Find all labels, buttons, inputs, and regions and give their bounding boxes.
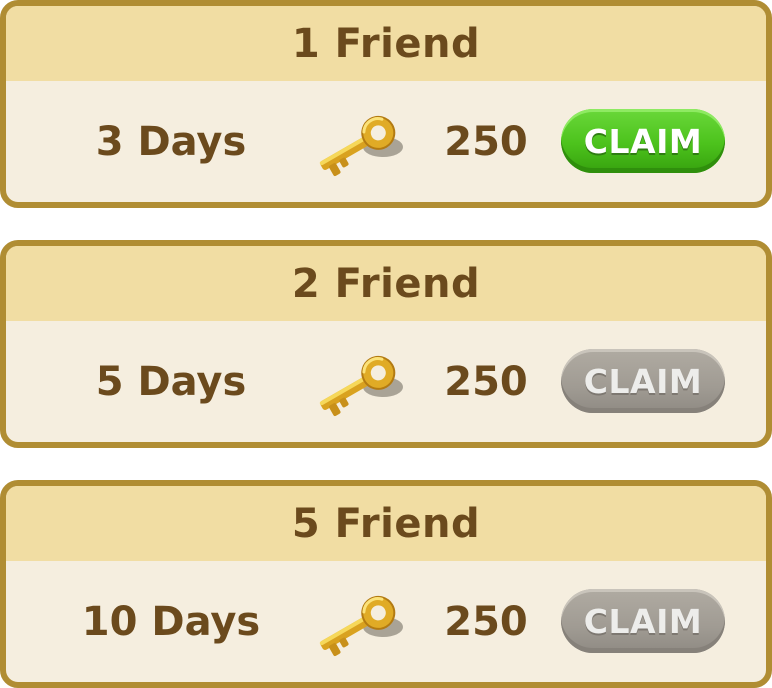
gold-key-icon [319,115,403,176]
reward-card-body: 3 Days 250 CLAIM [6,81,766,202]
reward-title: 2 Friend [291,260,481,307]
gold-key-icon [319,355,403,416]
reward-card-header: 2 Friend [6,246,766,321]
reward-card-3: 5 Friend 10 Days 250 CLAIM [0,480,772,688]
reward-duration: 5 Days [95,358,247,405]
reward-card-2: 2 Friend 5 Days 250 CLAIM [0,240,772,448]
claim-button[interactable]: CLAIM [561,109,725,173]
reward-amount: 250 [444,358,528,405]
reward-amount: 250 [444,118,528,165]
reward-title: 5 Friend [291,500,481,547]
reward-duration: 10 Days [81,598,261,645]
reward-card-1: 1 Friend 3 Days 250 CLAIM [0,0,772,208]
reward-duration: 3 Days [95,118,247,165]
reward-title: 1 Friend [291,20,481,67]
reward-card-body: 5 Days 250 CLAIM [6,321,766,442]
reward-card-header: 1 Friend [6,6,766,81]
claim-button[interactable]: CLAIM [561,349,725,413]
reward-card-header: 5 Friend [6,486,766,561]
claim-button[interactable]: CLAIM [561,589,725,653]
gold-key-icon [319,595,403,656]
reward-card-body: 10 Days 250 CLAIM [6,561,766,682]
reward-amount: 250 [444,598,528,645]
